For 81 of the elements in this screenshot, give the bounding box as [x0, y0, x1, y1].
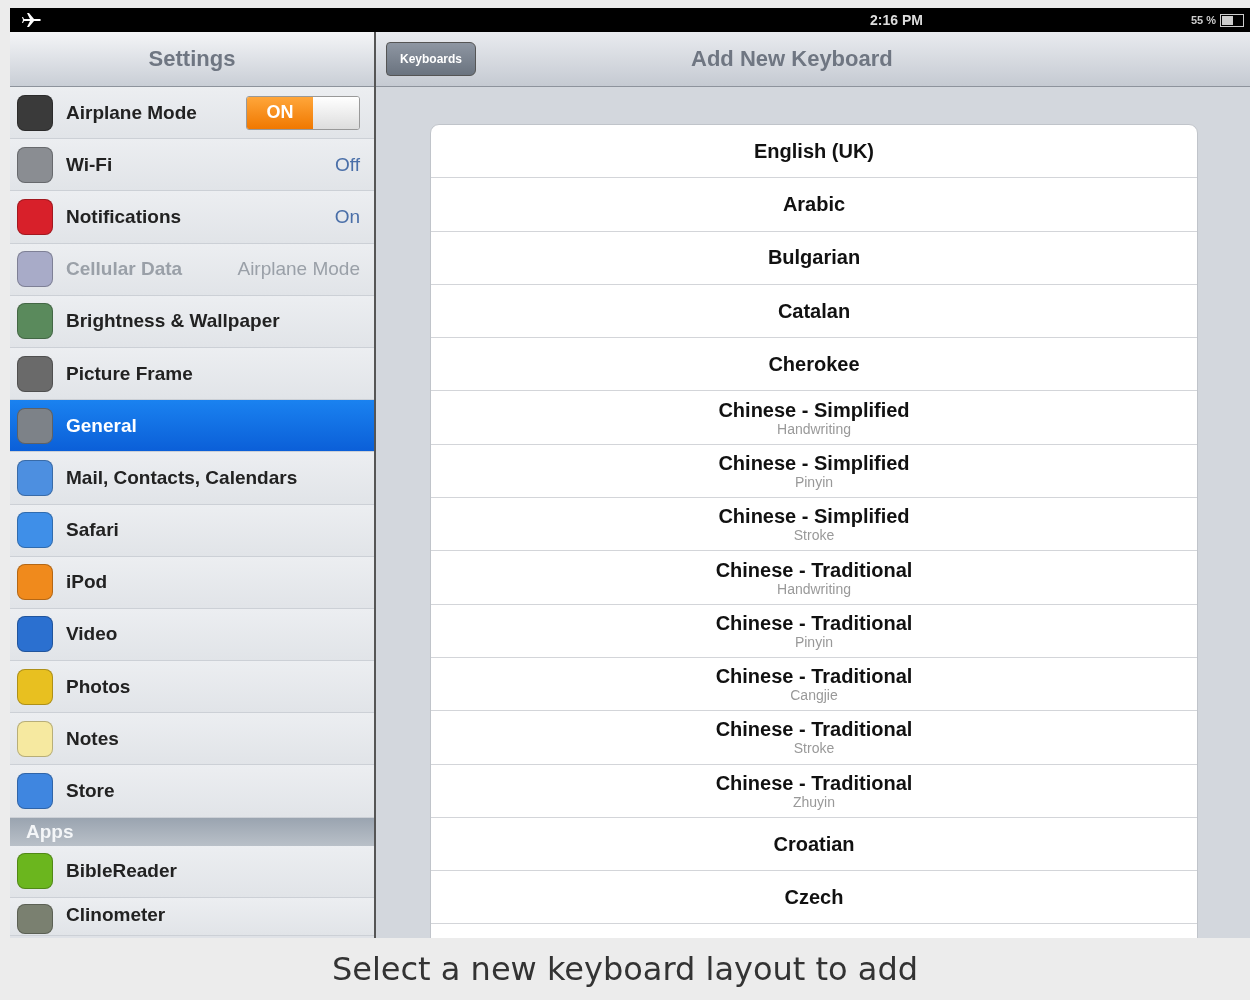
section-header: Apps [10, 817, 374, 846]
keyboard-option[interactable]: English (UK) [431, 125, 1197, 179]
back-button[interactable]: Keyboards [386, 42, 477, 76]
keyboard-variant: Cangjie [790, 688, 838, 704]
item-label: BibleReader [66, 860, 178, 883]
keyboard-option[interactable]: Chinese - Simplified Handwriting [431, 391, 1197, 445]
item-value: Off [335, 153, 360, 176]
keyboard-option[interactable]: Czech [431, 871, 1197, 925]
keyboard-name: Chinese - Traditional [715, 771, 913, 795]
keyboard-option[interactable]: Chinese - Simplified Pinyin [431, 444, 1197, 499]
battery-percentage: 55 % [1190, 14, 1216, 26]
keyboard-name: Chinese - Traditional [715, 558, 913, 582]
keyboard-variant: Handwriting [777, 581, 851, 597]
settings-item[interactable]: Video [10, 608, 374, 662]
item-label: Airplane Mode [66, 101, 198, 124]
keyboard-name: Chinese - Traditional [715, 665, 913, 689]
item-value: Airplane Mode [237, 258, 360, 281]
battery-icon [1220, 13, 1244, 27]
keyboard-option[interactable]: Cherokee [431, 338, 1197, 392]
keyboard-variant: Pinyin [794, 474, 834, 490]
item-label: Brightness & Wallpaper [66, 310, 281, 333]
settings-item[interactable]: Airplane Mode ON [10, 87, 374, 140]
item-label: Notes [66, 727, 120, 750]
item-label: Mail, Contacts, Calendars [66, 466, 299, 489]
settings-item[interactable]: Mail, Contacts, Calendars [10, 452, 374, 505]
item-value: On [334, 205, 360, 228]
keyboard-option[interactable]: Bulgarian [431, 231, 1197, 285]
keyboard-name: Chinese - Simplified [718, 451, 910, 475]
settings-item[interactable]: iPod [10, 556, 374, 609]
keyboard-variant: Handwriting [777, 421, 851, 437]
keyboard-option[interactable]: Chinese - Traditional Handwriting [431, 551, 1197, 605]
item-label: Notifications [66, 205, 183, 228]
keyboard-variant: Stroke [793, 741, 835, 757]
settings-item[interactable]: General [10, 400, 374, 453]
settings-item[interactable]: Picture Frame [10, 347, 374, 401]
keyboard-name: Chinese - Simplified [718, 398, 910, 422]
keyboard-name: Chinese - Traditional [715, 611, 913, 635]
item-label: Clinometer [66, 903, 167, 926]
item-label: Video [66, 623, 119, 646]
keyboard-option[interactable]: Chinese - Traditional Stroke [431, 711, 1197, 765]
keyboard-variant: Zhuyin [793, 794, 835, 810]
settings-item[interactable]: Store [10, 765, 374, 818]
airplane-icon [22, 12, 42, 28]
keyboard-name: Arabic [782, 192, 846, 216]
keyboard-name: Bulgarian [767, 246, 861, 270]
item-label: Cellular Data [66, 258, 184, 281]
keyboard-name: Czech [784, 885, 844, 909]
keyboard-option[interactable]: Arabic [431, 178, 1197, 232]
keyboard-name: Chinese - Traditional [715, 718, 913, 742]
item-label: iPod [66, 571, 109, 594]
settings-item[interactable]: Notifications On [10, 191, 374, 244]
item-label: Store [66, 780, 116, 803]
settings-item[interactable]: Brightness & Wallpaper [10, 295, 374, 348]
settings-item[interactable]: BibleReader [10, 845, 374, 898]
sidebar-title: Settings [148, 46, 236, 72]
caption: Select a new keyboard layout to add [330, 949, 920, 990]
settings-item[interactable]: Clinometer [10, 897, 374, 936]
keyboard-option[interactable]: Croatian [431, 817, 1197, 872]
keyboard-name: Chinese - Simplified [718, 505, 910, 529]
keyboard-option[interactable]: Chinese - Simplified Stroke [431, 498, 1197, 552]
keyboard-name: Cherokee [768, 352, 860, 376]
settings-item[interactable]: Photos [10, 661, 374, 714]
settings-item[interactable]: Safari [10, 504, 374, 557]
status-time: 2:16 PM [870, 12, 923, 28]
keyboard-variant: Stroke [793, 528, 835, 544]
keyboard-option[interactable]: Chinese - Traditional Zhuyin [431, 764, 1197, 818]
keyboard-option[interactable]: Chinese - Traditional Cangjie [431, 657, 1197, 712]
item-label: Safari [66, 519, 120, 542]
item-label: Picture Frame [66, 362, 194, 385]
keyboard-variant: Pinyin [794, 634, 834, 650]
keyboard-option[interactable]: Chinese - Traditional Pinyin [431, 604, 1197, 658]
item-label: Photos [66, 675, 132, 698]
keyboard-name: English (UK) [754, 139, 874, 163]
settings-item[interactable]: Wi-Fi Off [10, 139, 374, 192]
keyboard-name: Croatian [773, 832, 855, 856]
settings-item[interactable]: Notes [10, 713, 374, 766]
page-title: Add New Keyboard [691, 46, 893, 72]
item-label: General [66, 414, 138, 437]
item-label: Wi-Fi [66, 153, 114, 176]
keyboard-name: Catalan [777, 299, 851, 323]
keyboard-option[interactable]: Catalan [431, 284, 1197, 339]
